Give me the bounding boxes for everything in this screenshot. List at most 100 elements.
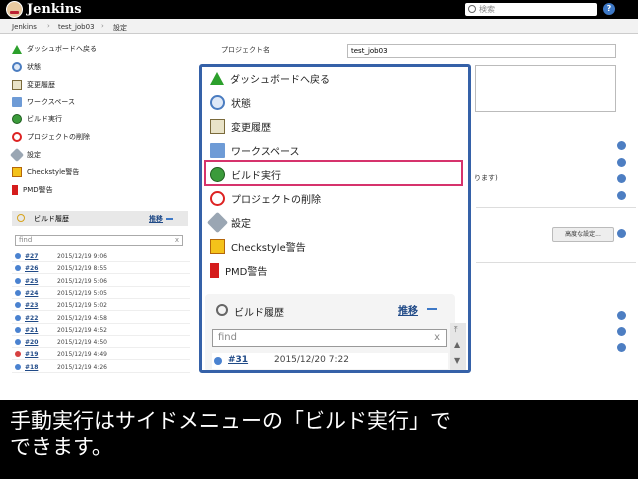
sidebar-item-checkstyle[interactable]: Checkstyle警告: [12, 167, 79, 179]
callout-item-label: ダッシュボードへ戻る: [230, 75, 330, 86]
app-name[interactable]: Jenkins: [27, 2, 82, 17]
clear-filter-icon[interactable]: x: [175, 236, 179, 245]
zoom-callout: ダッシュボードへ戻る 状態 変更履歴 ワークスペース ビルド実行 プロジェクトの…: [199, 64, 471, 373]
sidebar-item-label: プロジェクトの削除: [27, 133, 90, 141]
callout-item-dashboard[interactable]: ダッシュボードへ戻る: [210, 71, 330, 89]
up-arrow-icon: [210, 72, 224, 85]
build-history-title: ビルド履歴: [34, 215, 69, 223]
callout-trend-link[interactable]: 推移: [398, 302, 418, 317]
build-status-ball-icon: [15, 326, 21, 333]
sidebar-item-label: ダッシュボードへ戻る: [27, 45, 97, 53]
help-icon[interactable]: [617, 174, 626, 183]
build-history-header: ビルド履歴 推移: [12, 211, 188, 226]
build-status-ball-icon: [15, 363, 21, 370]
scroll-top-icon[interactable]: ⤒: [454, 325, 458, 335]
build-number-link[interactable]: #19: [25, 351, 38, 358]
build-status-ball-icon: [15, 339, 21, 346]
build-row[interactable]: #20 2015/12/19 4:50: [12, 337, 190, 349]
build-date: 2015/12/19 5:02: [57, 302, 107, 310]
scroll-up-icon[interactable]: ▲: [454, 340, 460, 349]
tools-icon: [9, 147, 25, 163]
build-row[interactable]: #23 2015/12/19 5:02: [12, 300, 190, 312]
callout-item-configure[interactable]: 設定: [206, 211, 251, 234]
help-icon[interactable]: [617, 191, 626, 200]
build-filter-input[interactable]: find x: [15, 235, 183, 246]
breadcrumb-jenkins[interactable]: Jenkins: [12, 23, 37, 31]
build-number-link[interactable]: #24: [25, 290, 38, 297]
sidebar-item-dashboard[interactable]: ダッシュボードへ戻る: [12, 44, 97, 56]
callout-item-delete-project[interactable]: プロジェクトの削除: [210, 191, 321, 209]
advanced-settings-button[interactable]: 高度な設定...: [552, 227, 614, 242]
help-icon[interactable]: [617, 311, 626, 320]
callout-item-status[interactable]: 状態: [210, 95, 251, 113]
search-input[interactable]: 検索: [465, 3, 597, 16]
notepad-icon: [12, 80, 22, 90]
build-status-ball-icon: [15, 302, 21, 309]
description-textarea[interactable]: [475, 65, 616, 112]
build-row[interactable]: #26 2015/12/19 8:55: [12, 263, 190, 275]
sidebar-item-status[interactable]: 状態: [12, 62, 41, 74]
help-icon[interactable]: ?: [603, 3, 615, 15]
help-icon[interactable]: [617, 343, 626, 352]
build-row[interactable]: #21 2015/12/19 4:52: [12, 325, 190, 336]
collapse-icon[interactable]: [427, 308, 437, 310]
collapse-icon[interactable]: [166, 218, 173, 220]
callout-item-workspace[interactable]: ワークスペース: [210, 143, 300, 161]
magnifier-icon: [12, 62, 22, 72]
build-row[interactable]: #19 2015/12/19 4:49: [12, 349, 190, 361]
clear-filter-icon[interactable]: x: [434, 330, 440, 346]
build-date: 2015/12/20 7:22: [274, 355, 349, 365]
build-number-link[interactable]: #21: [25, 327, 38, 334]
sidebar-item-configure[interactable]: 設定: [9, 147, 41, 163]
project-name-input[interactable]: test_job03: [347, 44, 616, 58]
callout-item-label: Checkstyle警告: [231, 243, 306, 254]
sidebar-item-changes[interactable]: 変更履歴: [12, 80, 55, 92]
jenkins-logo-icon[interactable]: [6, 1, 23, 18]
project-name-label: プロジェクト名: [221, 46, 270, 54]
build-date: 2015/12/19 5:05: [57, 289, 107, 297]
help-icon[interactable]: [617, 158, 626, 167]
build-row[interactable]: #18 2015/12/19 4:26: [12, 362, 190, 373]
scroll-down-icon[interactable]: ▼: [454, 356, 460, 365]
build-number-link[interactable]: #20: [25, 339, 38, 346]
callout-build-row[interactable]: #31 2015/12/20 7:22: [212, 353, 448, 369]
callout-item-label: 変更履歴: [231, 123, 271, 134]
callout-item-pmd[interactable]: PMD警告: [210, 263, 267, 281]
build-row[interactable]: #22 2015/12/19 4:58: [12, 313, 190, 324]
caption-text: 手動実行はサイドメニューの「ビルド実行」で できます。: [10, 408, 630, 460]
build-status-ball-icon: [214, 357, 222, 365]
breadcrumb-job[interactable]: test_job03: [58, 23, 95, 31]
build-history-scrollbar[interactable]: ⤒ ▲ ▼: [450, 323, 466, 370]
trend-link[interactable]: 推移: [149, 214, 163, 224]
callout-build-filter-input[interactable]: find x: [212, 329, 447, 347]
breadcrumb-settings[interactable]: 設定: [113, 23, 127, 33]
callout-item-checkstyle[interactable]: Checkstyle警告: [210, 239, 306, 257]
magnifier-icon: [210, 95, 225, 110]
help-icon[interactable]: [617, 141, 626, 150]
build-number-link[interactable]: #25: [25, 278, 38, 285]
breadcrumb-separator: ›: [47, 22, 50, 30]
help-icon[interactable]: [617, 229, 626, 238]
build-number-link[interactable]: #22: [25, 315, 38, 322]
callout-build-history-title: ビルド履歴: [234, 308, 284, 319]
sidebar-item-build-now[interactable]: ビルド実行: [12, 114, 62, 126]
sidebar-item-workspace[interactable]: ワークスペース: [12, 97, 75, 109]
build-number-link[interactable]: #31: [228, 355, 248, 365]
sidebar-item-delete-project[interactable]: プロジェクトの削除: [12, 132, 90, 144]
build-number-link[interactable]: #27: [25, 253, 38, 260]
sidebar-item-label: 状態: [27, 63, 41, 71]
build-row[interactable]: #24 2015/12/19 5:05: [12, 288, 190, 299]
sidebar-item-pmd[interactable]: PMD警告: [12, 185, 53, 197]
build-row[interactable]: #25 2015/12/19 5:06: [12, 276, 190, 287]
folder-icon: [12, 97, 22, 107]
build-row[interactable]: #27 2015/12/19 9:06: [12, 251, 190, 262]
sidebar-item-label: ビルド実行: [27, 115, 62, 123]
build-number-link[interactable]: #26: [25, 265, 38, 272]
build-number-link[interactable]: #23: [25, 302, 38, 309]
callout-item-label: 設定: [231, 219, 251, 230]
build-status-ball-icon: [15, 289, 21, 296]
callout-item-changes[interactable]: 変更履歴: [210, 119, 271, 137]
callout-item-label: 状態: [231, 99, 251, 110]
build-number-link[interactable]: #18: [25, 364, 38, 371]
help-icon[interactable]: [617, 327, 626, 336]
